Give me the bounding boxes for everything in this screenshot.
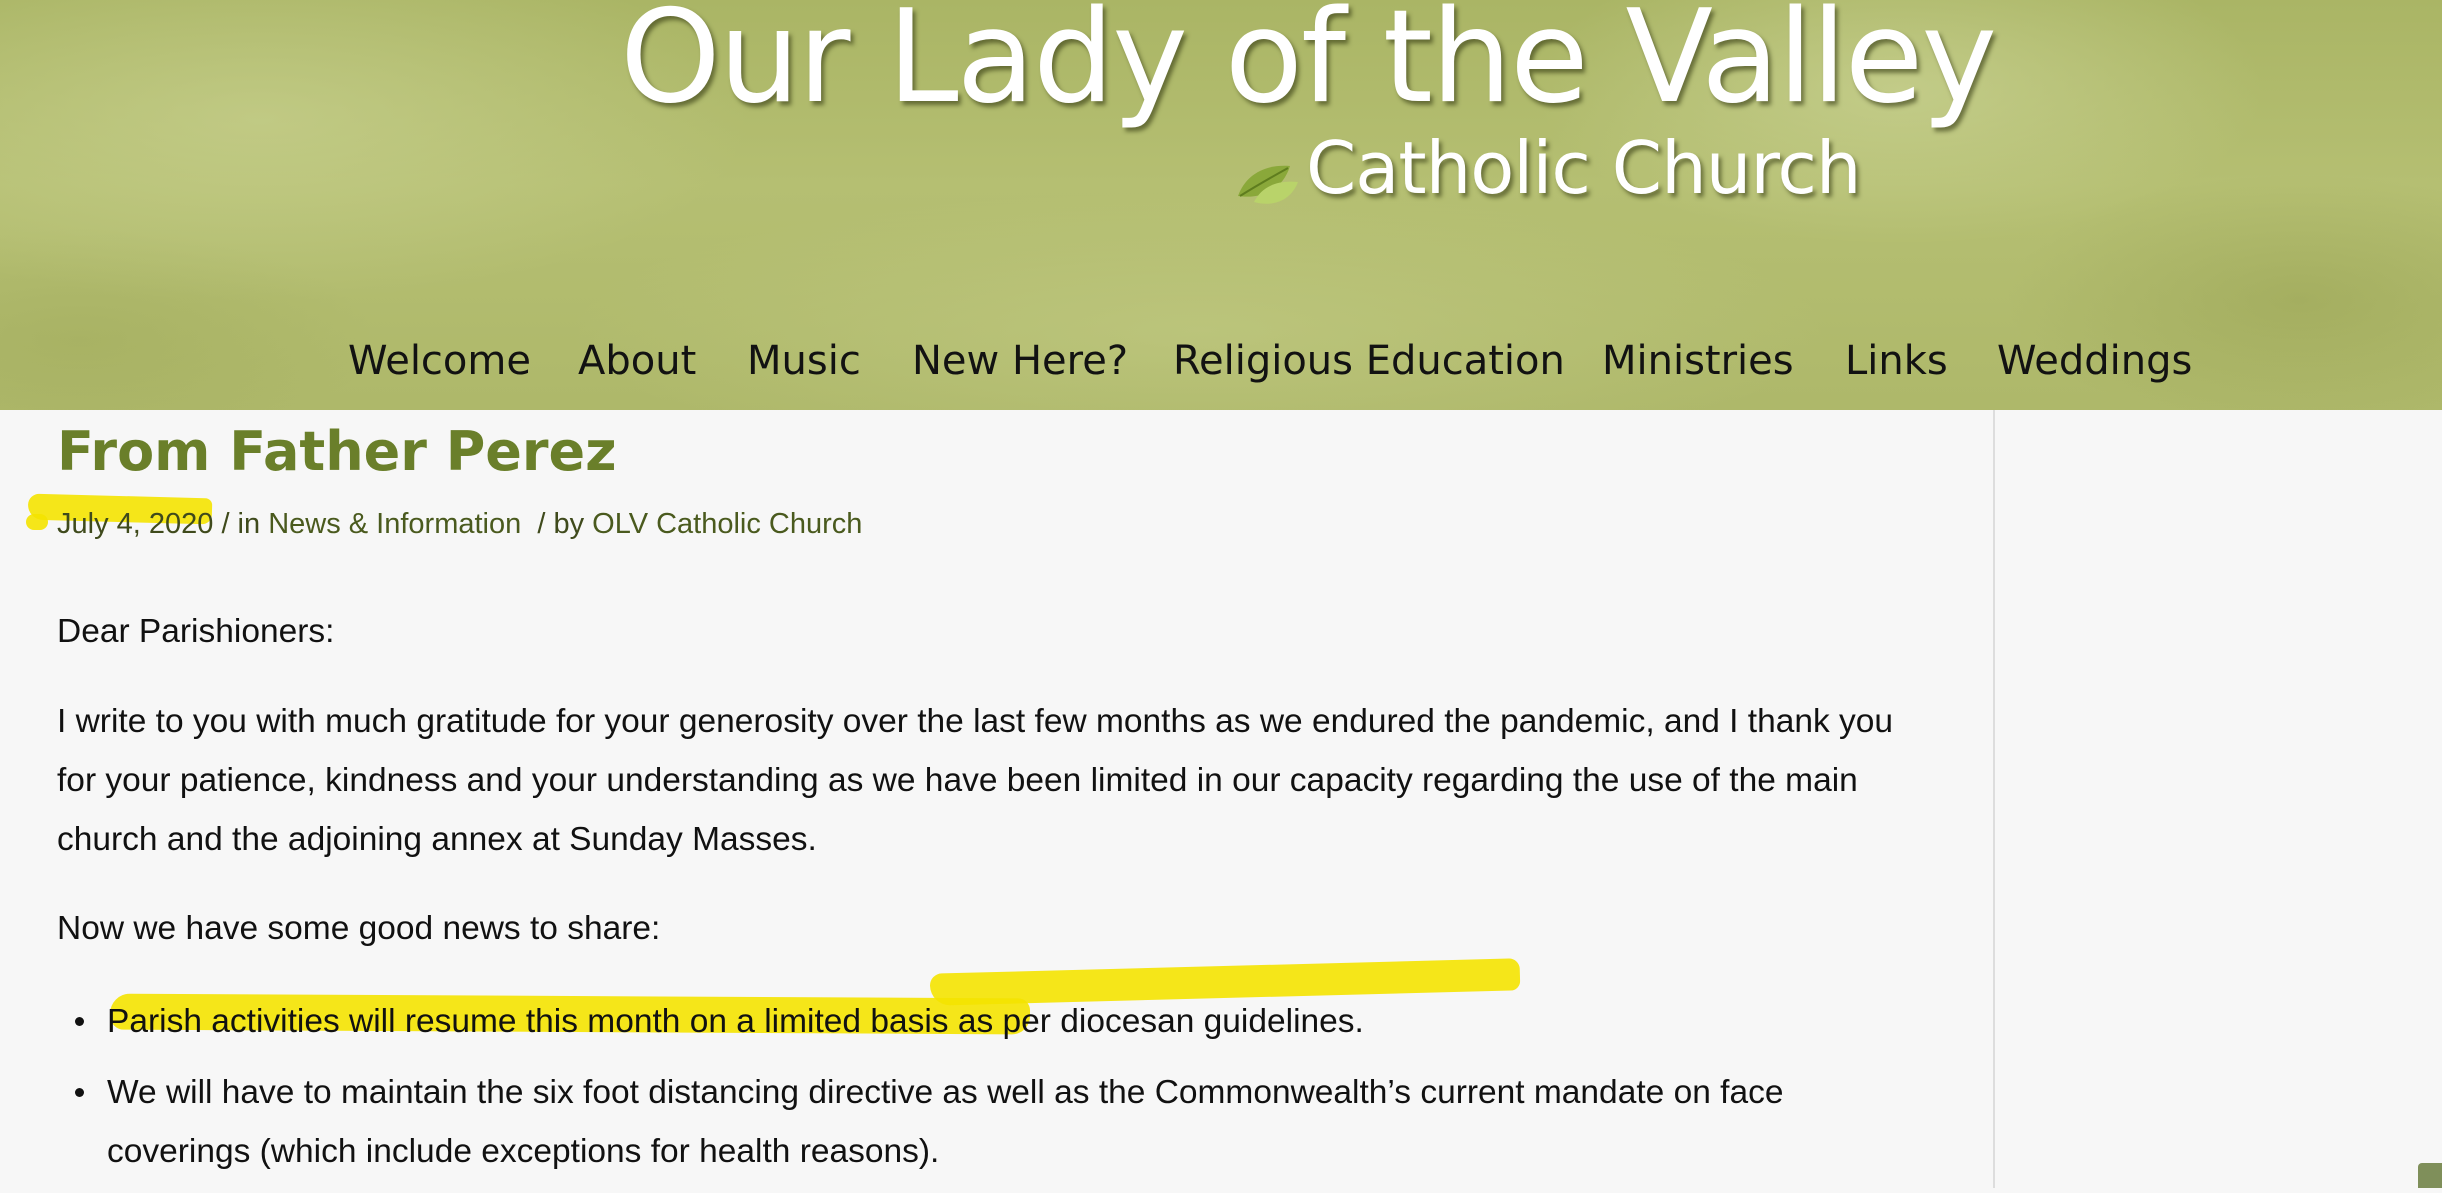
nav-item-weddings[interactable]: Weddings (1997, 326, 2192, 396)
nav-item-new-here[interactable]: New Here? (912, 326, 1128, 396)
site-logo[interactable]: Our Lady of the Valley Catholic Church (0, 0, 2442, 210)
body-paragraph: Now we have some good news to share: (57, 910, 661, 947)
list-item: Parish activities will resume this month… (57, 992, 1877, 1051)
nav-item-welcome[interactable]: Welcome (348, 326, 531, 396)
list-item-text: Parish activities will resume this month… (107, 1003, 1364, 1040)
nav-item-links[interactable]: Links (1845, 326, 1948, 396)
post-title[interactable]: From Father Perez (57, 420, 617, 484)
nav-item-religious-education[interactable]: Religious Education (1173, 326, 1565, 396)
nav-item-music[interactable]: Music (747, 326, 861, 396)
post-meta: July 4, 2020 / in News & Information / b… (57, 506, 862, 542)
sidebar (1993, 410, 2442, 1188)
logo-subtitle: Catholic Church (1306, 126, 1862, 210)
list-item: We will have to maintain the six foot di… (57, 1063, 1877, 1181)
scroll-to-top-button[interactable] (2418, 1163, 2442, 1188)
nav-item-ministries[interactable]: Ministries (1602, 326, 1794, 396)
meta-in-separator: / in (213, 508, 269, 540)
post-date[interactable]: July 4, 2020 (57, 508, 213, 540)
bullet-icon (75, 1017, 84, 1026)
greeting-text: Dear Parishioners: (57, 613, 335, 650)
logo-title: Our Lady of the Valley (620, 0, 1997, 132)
category-link[interactable]: News & Information (268, 508, 521, 540)
bullet-icon (75, 1088, 84, 1097)
nav-item-about[interactable]: About (578, 326, 696, 396)
date-highlight-tail (26, 514, 48, 530)
list-item-text: We will have to maintain the six foot di… (107, 1074, 1784, 1170)
announcement-list: Parish activities will resume this month… (57, 992, 1877, 1193)
main-nav: Welcome About Music New Here? Religious … (0, 326, 2442, 396)
meta-by-separator: / by (521, 508, 593, 540)
site-header: Our Lady of the Valley Catholic Church W… (0, 0, 2442, 410)
author-link[interactable]: OLV Catholic Church (592, 508, 862, 540)
body-paragraph: I write to you with much gratitude for y… (57, 703, 1894, 858)
leaf-icon (1238, 165, 1298, 204)
